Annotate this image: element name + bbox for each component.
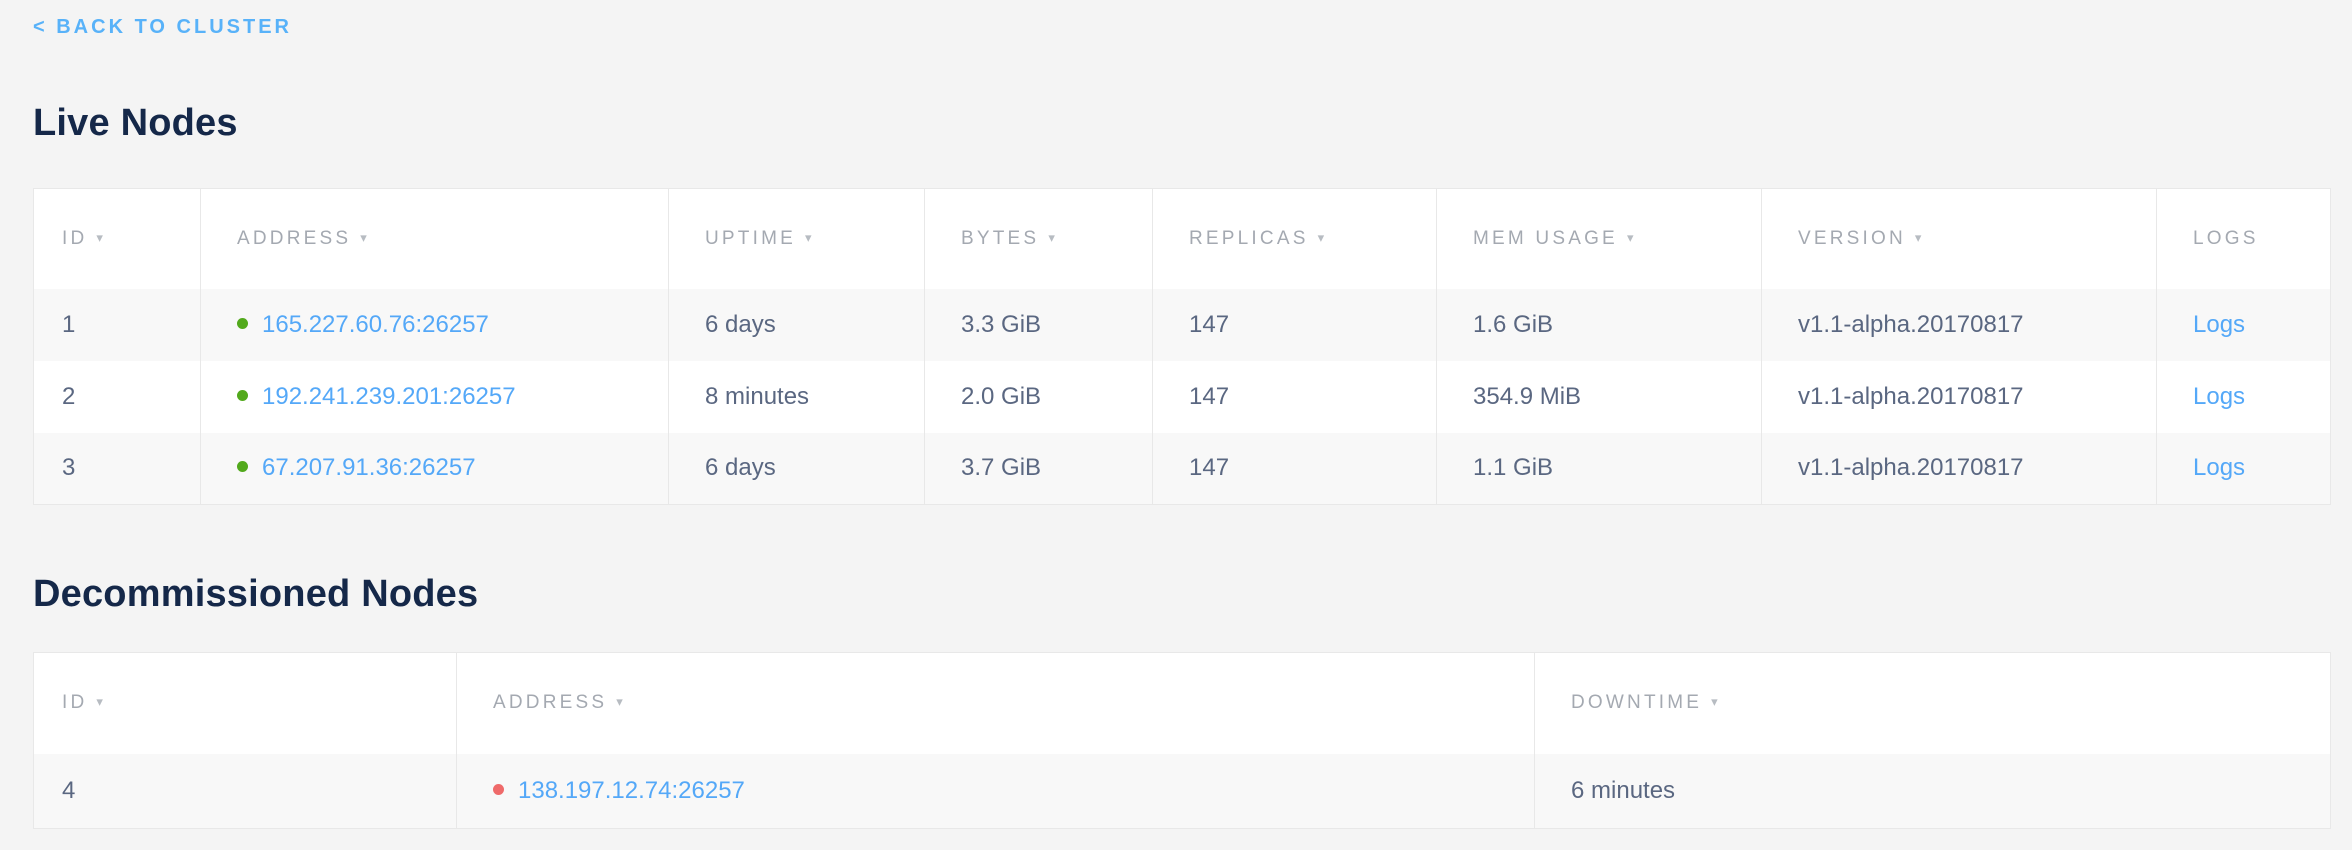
column-header-bytes[interactable]: BYTES ▾ [925,189,1153,289]
node-address-cell: 165.227.60.76:26257 [201,289,669,361]
column-header-version[interactable]: VERSION ▾ [1762,189,2157,289]
column-header-uptime[interactable]: UPTIME ▾ [669,189,925,289]
sort-arrow-icon: ▾ [1048,230,1058,245]
node-address-link[interactable]: 138.197.12.74:26257 [518,777,745,804]
column-header-address[interactable]: ADDRESS ▾ [457,653,1535,754]
column-header-address[interactable]: ADDRESS ▾ [201,189,669,289]
column-label: DOWNTIME [1571,692,1702,713]
node-uptime-cell: 6 days [669,289,925,361]
node-version-cell: v1.1-alpha.20170817 [1762,433,2157,505]
node-replicas-cell: 147 [1153,361,1437,433]
logs-link[interactable]: Logs [2193,383,2245,410]
column-label: ADDRESS [493,692,607,713]
live-nodes-header-row: ID ▾ ADDRESS ▾ UPTIME ▾ BYTES ▾ REPLICAS ▾ ME… [34,189,2331,289]
node-version-cell: v1.1-alpha.20170817 [1762,361,2157,433]
node-logs-cell: Logs [2157,433,2331,505]
node-bytes-cell: 3.3 GiB [925,289,1153,361]
column-label: ADDRESS [237,228,351,249]
live-nodes-title: Live Nodes [33,100,2330,146]
node-logs-cell: Logs [2157,289,2331,361]
column-header-id[interactable]: ID ▾ [34,653,457,754]
sort-arrow-icon: ▾ [1711,694,1721,709]
node-bytes-cell: 2.0 GiB [925,361,1153,433]
sort-arrow-icon: ▾ [1318,230,1328,245]
decommissioned-nodes-header-row: ID ▾ ADDRESS ▾ DOWNTIME ▾ [34,653,2331,754]
decommissioned-nodes-title: Decommissioned Nodes [33,571,2330,617]
live-nodes-table: ID ▾ ADDRESS ▾ UPTIME ▾ BYTES ▾ REPLICAS ▾ ME… [33,188,2331,505]
column-label: ID [62,692,87,713]
sort-arrow-icon: ▾ [360,230,370,245]
column-label: BYTES [961,228,1039,249]
node-mem-usage-cell: 354.9 MiB [1437,361,1762,433]
column-header-logs: LOGS [2157,189,2331,289]
decommissioned-status-dot-icon [493,784,504,795]
node-replicas-cell: 147 [1153,289,1437,361]
column-label: ID [62,228,87,249]
sort-arrow-icon: ▾ [1627,230,1637,245]
live-status-dot-icon [237,461,248,472]
column-label: REPLICAS [1189,228,1309,249]
back-to-cluster-link[interactable]: < BACK TO CLUSTER [33,14,292,40]
sort-arrow-icon: ▾ [616,694,626,709]
node-replicas-cell: 147 [1153,433,1437,505]
node-id-cell: 1 [34,289,201,361]
node-version-cell: v1.1-alpha.20170817 [1762,289,2157,361]
node-logs-cell: Logs [2157,361,2331,433]
nodes-page: < BACK TO CLUSTER Live Nodes ID ▾ ADDRESS… [0,0,2352,829]
sort-arrow-icon: ▾ [805,230,815,245]
column-header-downtime[interactable]: DOWNTIME ▾ [1535,653,2331,754]
table-row: 3 67.207.91.36:26257 6 days 3.7 GiB 147 … [34,433,2331,505]
live-status-dot-icon [237,318,248,329]
table-row: 1 165.227.60.76:26257 6 days 3.3 GiB 147… [34,289,2331,361]
node-mem-usage-cell: 1.1 GiB [1437,433,1762,505]
node-mem-usage-cell: 1.6 GiB [1437,289,1762,361]
node-address-link[interactable]: 67.207.91.36:26257 [262,454,476,481]
live-status-dot-icon [237,390,248,401]
column-label: LOGS [2193,228,2259,249]
column-header-id[interactable]: ID ▾ [34,189,201,289]
node-id-cell: 2 [34,361,201,433]
node-address-cell: 138.197.12.74:26257 [457,754,1535,829]
node-downtime-cell: 6 minutes [1535,754,2331,829]
sort-arrow-icon: ▾ [1915,230,1925,245]
column-label: VERSION [1798,228,1906,249]
node-address-link[interactable]: 165.227.60.76:26257 [262,311,489,338]
sort-arrow-icon: ▾ [96,230,106,245]
node-address-cell: 192.241.239.201:26257 [201,361,669,433]
decommissioned-nodes-table: ID ▾ ADDRESS ▾ DOWNTIME ▾ 4 138.197.12.74:2… [33,652,2331,829]
table-row: 4 138.197.12.74:26257 6 minutes [34,754,2331,829]
table-row: 2 192.241.239.201:26257 8 minutes 2.0 Gi… [34,361,2331,433]
column-header-mem-usage[interactable]: MEM USAGE ▾ [1437,189,1762,289]
node-address-link[interactable]: 192.241.239.201:26257 [262,383,516,410]
column-label: MEM USAGE [1473,228,1618,249]
node-bytes-cell: 3.7 GiB [925,433,1153,505]
node-uptime-cell: 8 minutes [669,361,925,433]
column-header-replicas[interactable]: REPLICAS ▾ [1153,189,1437,289]
node-id-cell: 3 [34,433,201,505]
column-label: UPTIME [705,228,796,249]
logs-link[interactable]: Logs [2193,454,2245,481]
logs-link[interactable]: Logs [2193,311,2245,338]
node-uptime-cell: 6 days [669,433,925,505]
node-address-cell: 67.207.91.36:26257 [201,433,669,505]
sort-arrow-icon: ▾ [96,694,106,709]
node-id-cell: 4 [34,754,457,829]
